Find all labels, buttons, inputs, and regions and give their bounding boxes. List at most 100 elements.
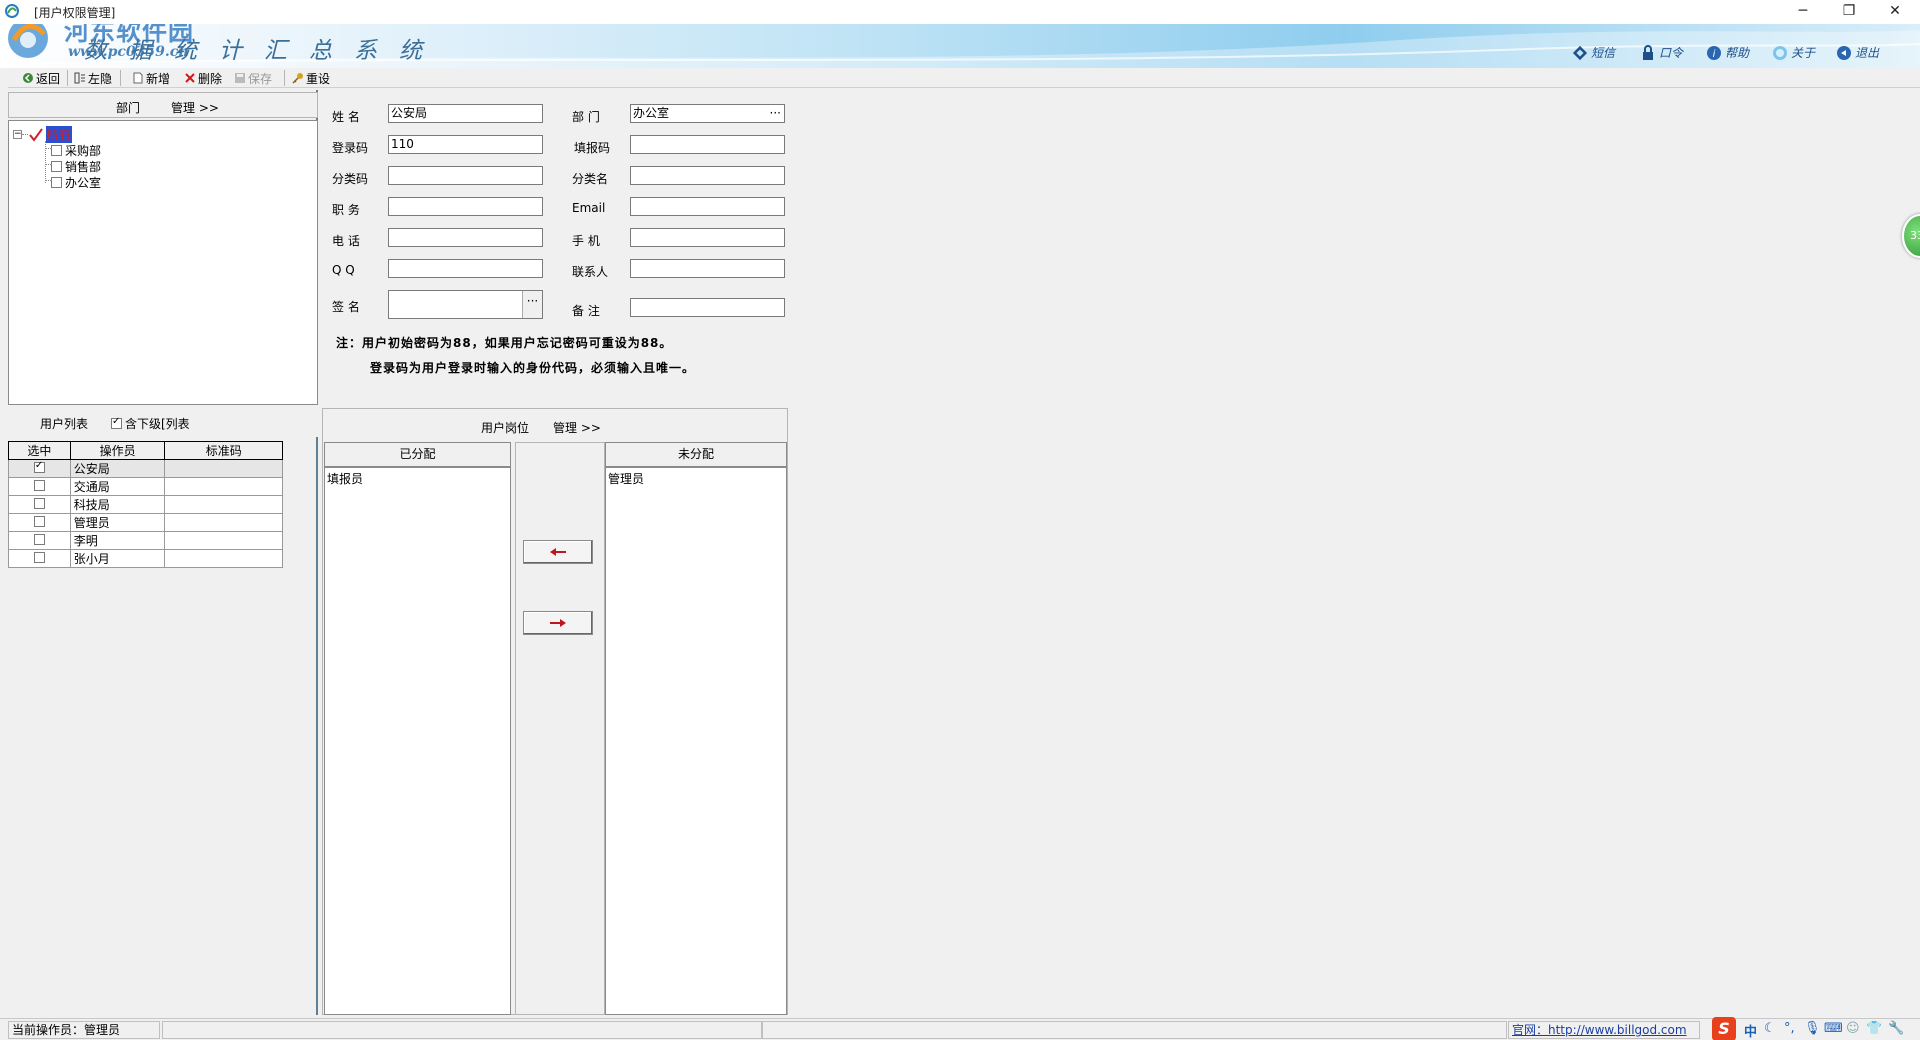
column-header-code[interactable]: 标准码 [164, 441, 283, 460]
phone-field[interactable] [388, 228, 543, 247]
table-row[interactable]: 李明 [8, 531, 283, 550]
user-icon[interactable]: ☺ [1846, 1021, 1860, 1036]
code-cell [164, 531, 283, 550]
row-select-cell[interactable] [8, 513, 71, 532]
toolbar-separator [284, 70, 285, 86]
class-name-field[interactable] [630, 166, 785, 185]
table-row[interactable]: 科技局 [8, 495, 283, 514]
sogou-ime-icon[interactable]: S [1712, 1017, 1736, 1040]
remark-field[interactable] [630, 298, 785, 317]
wrench-icon[interactable]: 🔧 [1888, 1021, 1904, 1036]
tree-item-label: 销售部 [65, 160, 102, 174]
official-site-link[interactable]: 官网：http://www.billgod.com [1512, 1023, 1687, 1037]
signature-picker-button[interactable]: ··· [522, 291, 542, 318]
duty-field[interactable] [388, 197, 543, 216]
row-checkbox[interactable] [33, 533, 45, 545]
code-cell [164, 549, 283, 568]
assigned-roles-list[interactable]: 填报员 [324, 467, 511, 1015]
include-sub-toggle[interactable]: 含下级[列表 [111, 415, 190, 432]
reset-button[interactable]: 重设 [292, 69, 330, 87]
punctuation-icon[interactable]: °, [1784, 1021, 1795, 1036]
back-button[interactable]: 返回 [22, 69, 60, 87]
code-cell [164, 459, 283, 478]
fill-code-field[interactable] [630, 135, 785, 154]
list-item[interactable]: 填报员 [327, 470, 363, 487]
arrow-left-icon [550, 548, 566, 556]
department-tree[interactable]: − 所有 采购部 销售部 办公室 [8, 120, 318, 405]
tree-item-sales[interactable]: 销售部 [51, 158, 101, 175]
column-header-operator[interactable]: 操作员 [69, 441, 166, 460]
tree-collapse-toggle[interactable]: − [13, 130, 22, 139]
signature-box[interactable]: ··· [388, 290, 543, 319]
shirt-icon[interactable]: 👕 [1866, 1021, 1882, 1036]
code-cell [164, 477, 283, 496]
department-field[interactable]: 办公室 ··· [630, 104, 785, 123]
ime-chinese-mode[interactable]: 中 [1744, 1021, 1757, 1040]
hide-left-button[interactable]: 左隐 [74, 69, 112, 87]
table-row[interactable]: 交通局 [8, 477, 283, 496]
row-checkbox[interactable] [33, 551, 45, 563]
unassigned-roles-list[interactable]: 管理员 [605, 467, 787, 1015]
hide-left-icon [74, 72, 85, 84]
mobile-field[interactable] [630, 228, 785, 247]
close-button[interactable]: ✕ [1872, 0, 1918, 22]
tree-item-checkbox[interactable] [51, 177, 62, 188]
user-table: 选中 操作员 标准码 公安局 交通局 科技局 [8, 441, 283, 568]
microphone-icon[interactable]: 🎙 [1804, 1021, 1821, 1036]
row-select-cell[interactable] [8, 531, 71, 550]
user-form: 姓 名 公安局 部 门 办公室 ··· 登录码 110 填报码 分类码 分类名 … [322, 90, 792, 400]
about-link[interactable]: 关于 [1772, 44, 1815, 61]
assign-role-button[interactable] [523, 540, 593, 564]
sms-link[interactable]: 短信 [1572, 44, 1615, 61]
table-header-row: 选中 操作员 标准码 [8, 441, 283, 460]
contact-field[interactable] [630, 259, 785, 278]
department-manage-link[interactable]: 管理 >> [171, 99, 219, 116]
moon-icon[interactable]: ☾ [1764, 1021, 1776, 1036]
floating-assistant-bubble[interactable]: 33 [1902, 214, 1920, 258]
qq-label: Q Q [332, 263, 355, 277]
list-item[interactable]: 管理员 [608, 470, 644, 487]
exit-link-label: 退出 [1855, 46, 1880, 60]
password-link[interactable]: 口令 [1640, 44, 1683, 61]
keyboard-icon[interactable]: ⌨ [1824, 1021, 1843, 1036]
tree-item-root-label: 所有 [46, 126, 73, 143]
tree-item-root[interactable]: 所有 [29, 126, 73, 143]
tree-item-checkbox[interactable] [51, 145, 62, 156]
tree-item-office[interactable]: 办公室 [51, 174, 101, 191]
restore-button[interactable]: ❐ [1826, 0, 1872, 22]
class-code-field[interactable] [388, 166, 543, 185]
exit-link[interactable]: 退出 [1836, 44, 1879, 61]
help-link[interactable]: i 帮助 [1706, 44, 1749, 61]
tree-item-purchasing[interactable]: 采购部 [51, 142, 101, 159]
login-code-field[interactable]: 110 [388, 135, 543, 154]
sms-icon [1572, 45, 1588, 60]
row-checkbox[interactable] [33, 479, 45, 491]
row-select-cell[interactable] [8, 495, 71, 514]
row-checkbox[interactable] [33, 460, 45, 473]
email-field[interactable] [630, 197, 785, 216]
unassign-role-button[interactable] [523, 611, 593, 635]
department-picker-button[interactable]: ··· [770, 105, 781, 122]
tree-item-checkbox[interactable] [51, 161, 62, 172]
table-row[interactable]: 公安局 [8, 459, 283, 478]
delete-button[interactable]: 删除 [184, 69, 222, 87]
title-bar: [用户权限管理] ─ ❐ ✕ [0, 0, 1920, 24]
qq-field[interactable] [388, 259, 543, 278]
assigned-header: 已分配 [324, 442, 511, 467]
save-button[interactable]: 保存 [234, 69, 272, 87]
row-select-cell[interactable] [8, 477, 71, 496]
delete-icon [185, 73, 195, 83]
table-row[interactable]: 张小月 [8, 549, 283, 568]
row-select-cell[interactable] [8, 549, 71, 568]
column-header-selected[interactable]: 选中 [8, 441, 71, 460]
save-icon [235, 73, 245, 83]
row-checkbox[interactable] [33, 497, 45, 509]
include-sub-checkbox[interactable] [111, 416, 122, 429]
roles-manage-link[interactable]: 管理 >> [553, 419, 601, 436]
row-select-cell[interactable] [8, 459, 71, 478]
name-field[interactable]: 公安局 [388, 104, 543, 123]
row-checkbox[interactable] [33, 515, 45, 527]
minimize-button[interactable]: ─ [1780, 0, 1826, 22]
table-row[interactable]: 管理员 [8, 513, 283, 532]
add-button[interactable]: 新增 [132, 69, 170, 87]
